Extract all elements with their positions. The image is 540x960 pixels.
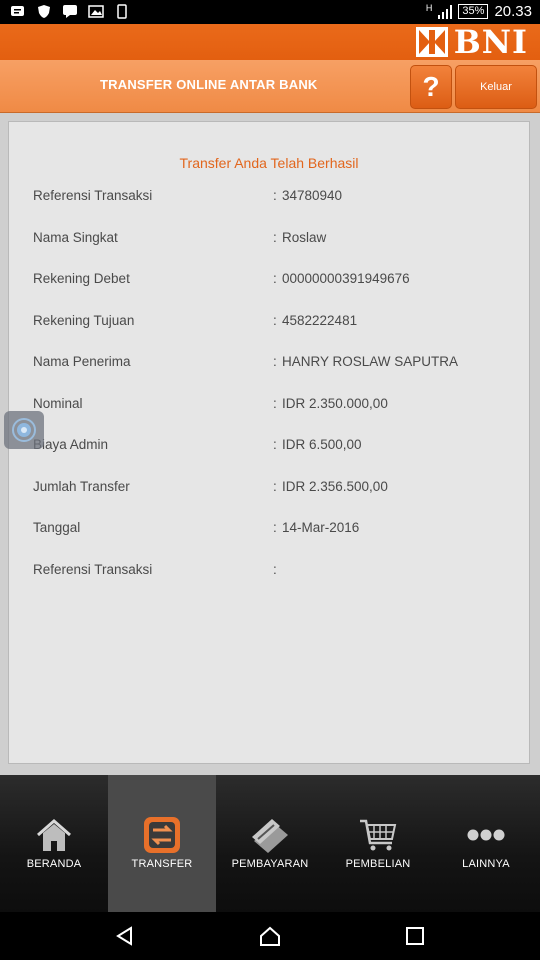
recent-apps-icon[interactable] — [403, 924, 427, 948]
row-separator: : — [273, 479, 277, 494]
row-value: 4582222481 — [282, 313, 358, 328]
nav-item-beranda[interactable]: BERANDA — [0, 775, 108, 912]
row-label: Rekening Tujuan — [33, 313, 135, 328]
nav-label: PEMBAYARAN — [231, 858, 309, 870]
row-separator: : — [273, 354, 277, 369]
row-separator: : — [273, 230, 277, 245]
transfer-icon — [144, 817, 180, 853]
help-button[interactable]: ? — [410, 65, 452, 109]
battery-indicator: 35% — [458, 4, 489, 19]
more-icon — [467, 829, 505, 841]
row-separator: : — [273, 313, 277, 328]
bni-logo: BNI — [415, 23, 528, 61]
row-value: 34780940 — [282, 188, 343, 203]
title-bar: TRANSFER ONLINE ANTAR BANK ? Keluar — [0, 60, 540, 113]
row-separator: : — [273, 188, 277, 203]
network-type: H — [425, 2, 433, 13]
receipt-row: Nama Penerima : HANRY ROSLAW SAPUTRA — [33, 354, 513, 374]
row-separator: : — [273, 396, 277, 411]
row-label: Rekening Debet — [33, 271, 130, 286]
signal-icon — [438, 4, 453, 19]
system-navigation-bar — [0, 912, 540, 960]
receipt-row: Nama Singkat : Roslaw — [33, 230, 513, 250]
receipt-row: Referensi Transaksi : — [33, 562, 513, 582]
receipt-row: Jumlah Transfer : IDR 2.356.500,00 — [33, 479, 513, 499]
success-message: Transfer Anda Telah Berhasil — [179, 155, 359, 171]
nav-item-pembelian[interactable]: PEMBELIAN — [324, 775, 432, 912]
assistive-touch-button[interactable] — [4, 411, 44, 449]
receipt-row: Referensi Transaksi : 34780940 — [33, 188, 513, 208]
row-value: Roslaw — [282, 230, 327, 245]
row-value: 14-Mar-2016 — [282, 520, 360, 535]
row-value: HANRY ROSLAW SAPUTRA — [282, 354, 459, 369]
receipt-row: Tanggal : 14-Mar-2016 — [33, 520, 513, 540]
row-label: Nama Singkat — [33, 230, 118, 245]
row-separator: : — [273, 562, 277, 577]
nav-label: TRANSFER — [131, 858, 193, 870]
row-label: Nama Penerima — [33, 354, 131, 369]
row-separator: : — [273, 271, 277, 286]
notification-shield-icon — [38, 5, 50, 18]
row-label: Referensi Transaksi — [33, 562, 153, 577]
row-label: Nominal — [33, 396, 83, 411]
row-label: Referensi Transaksi — [33, 188, 153, 203]
page-title: TRANSFER ONLINE ANTAR BANK — [100, 77, 318, 92]
bottom-nav: BERANDA TRANSFER PEMBAYARAN PEMBELIAN LA… — [0, 775, 540, 912]
row-value: IDR 2.350.000,00 — [282, 396, 388, 411]
home-system-icon[interactable] — [258, 924, 282, 948]
notification-chat-icon — [63, 5, 77, 18]
bni-logo-mark-icon — [415, 27, 448, 57]
card-icon — [252, 819, 288, 853]
brand-name: BNI — [453, 23, 528, 61]
notification-message-icon — [11, 6, 24, 16]
nav-item-transfer[interactable]: TRANSFER — [108, 775, 216, 912]
nav-item-lainnya[interactable]: LAINNYA — [432, 775, 540, 912]
row-label: Biaya Admin — [33, 437, 109, 452]
row-separator: : — [273, 437, 277, 452]
cart-icon — [360, 819, 397, 851]
row-separator: : — [273, 520, 277, 535]
assistive-touch-icon — [12, 418, 36, 442]
receipt-row: Rekening Tujuan : 4582222481 — [33, 313, 513, 333]
nav-label: BERANDA — [26, 858, 82, 870]
home-icon — [37, 819, 71, 851]
row-value: IDR 6.500,00 — [282, 437, 362, 452]
row-value: IDR 2.356.500,00 — [282, 479, 388, 494]
status-bar: H 35% 20.33 — [0, 0, 540, 24]
nav-label: LAINNYA — [462, 858, 510, 870]
notification-phone-icon — [117, 4, 127, 19]
back-icon[interactable] — [113, 924, 137, 948]
nav-item-pembayaran[interactable]: PEMBAYARAN — [216, 775, 324, 912]
clock: 20.33 — [494, 3, 532, 20]
notification-image-icon — [88, 5, 104, 18]
row-value: 00000000391949676 — [282, 271, 410, 286]
receipt-row: Rekening Debet : 00000000391949676 — [33, 271, 513, 291]
row-label: Tanggal — [33, 520, 81, 535]
row-label: Jumlah Transfer — [33, 479, 130, 494]
logout-button[interactable]: Keluar — [455, 65, 537, 109]
brand-bar: BNI — [0, 24, 540, 60]
nav-label: PEMBELIAN — [345, 858, 411, 870]
receipt-row: Biaya Admin : IDR 6.500,00 — [33, 437, 513, 457]
content-area: Transfer Anda Telah Berhasil Referensi T… — [0, 113, 540, 775]
receipt-panel: Transfer Anda Telah Berhasil Referensi T… — [8, 121, 530, 764]
receipt-row: Nominal : IDR 2.350.000,00 — [33, 396, 513, 416]
